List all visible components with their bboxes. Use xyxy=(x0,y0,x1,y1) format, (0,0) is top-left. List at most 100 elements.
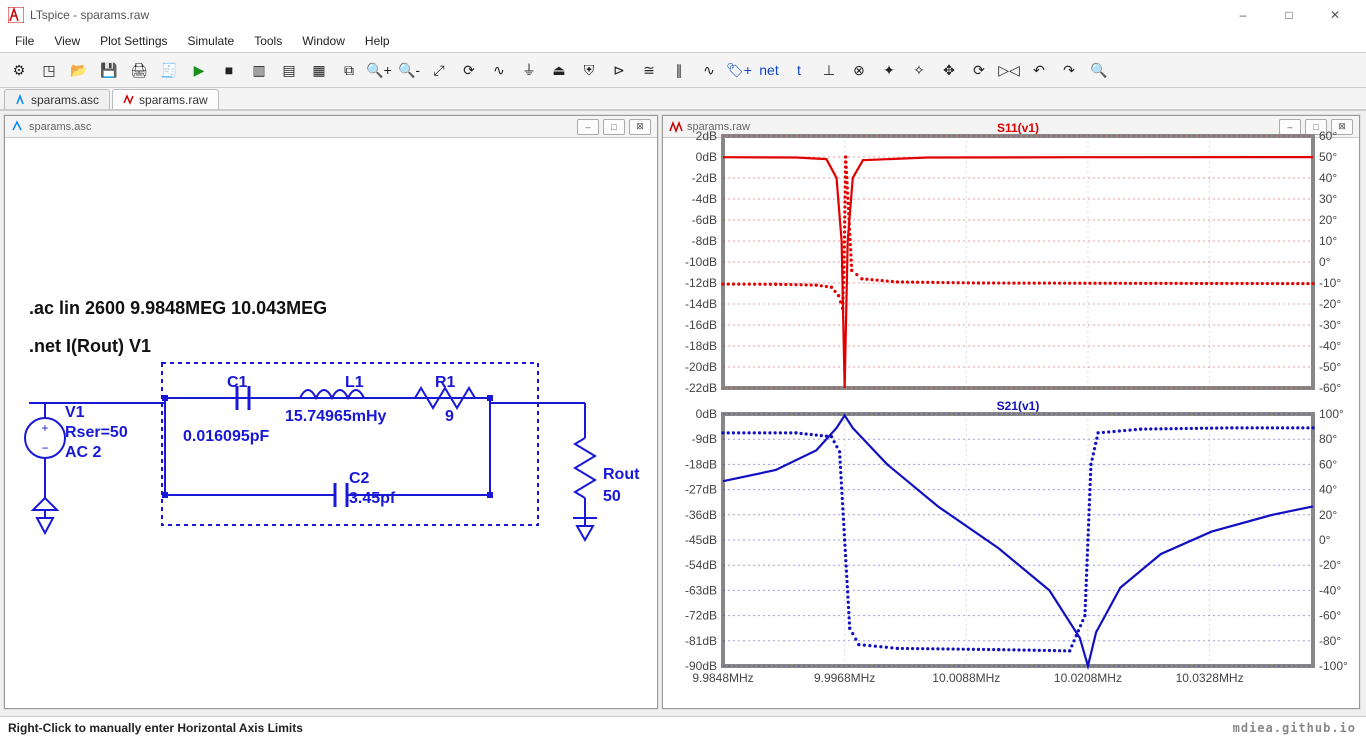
y-left-tick: -12dB xyxy=(685,276,717,290)
menu-help[interactable]: Help xyxy=(356,31,399,51)
waveform-canvas[interactable]: S11(v1)2dB0dB-2dB-4dB-6dB-8dB-10dB-12dB-… xyxy=(663,116,1359,708)
y-right-tick: 0° xyxy=(1319,533,1331,547)
y-left-tick: -20dB xyxy=(685,360,717,374)
menu-plot-settings[interactable]: Plot Settings xyxy=(91,31,176,51)
x-tick: 10.0088MHz xyxy=(932,671,1000,685)
c1-name-label: C1 xyxy=(227,374,247,392)
y-left-tick: -27dB xyxy=(685,483,717,497)
plot-title: S21(v1) xyxy=(997,399,1040,413)
shield-button[interactable]: ⛨ xyxy=(576,57,602,83)
redo-button[interactable]: ↷ xyxy=(1056,57,1082,83)
l1-value-label: 15.74965mHy xyxy=(285,408,386,426)
waveform-window: sparams.raw – □ ⊠ S11(v1)2dB0dB-2dB-4dB-… xyxy=(662,115,1360,709)
move-button[interactable]: ✥ xyxy=(936,57,962,83)
text-button[interactable]: t xyxy=(786,57,812,83)
add-net-button[interactable]: 🏷+ xyxy=(726,57,752,83)
y-right-tick: -20° xyxy=(1319,558,1341,572)
window-tile-button[interactable]: ▥ xyxy=(246,57,272,83)
new-symbol-button[interactable]: ◳ xyxy=(36,57,62,83)
save-button[interactable]: 💾 xyxy=(96,57,122,83)
settings-button[interactable]: ⚙ xyxy=(6,57,32,83)
zoom-fit-button[interactable]: ⤢ xyxy=(426,57,452,83)
ground-wire-button[interactable]: ⏚ xyxy=(516,57,542,83)
sine-button[interactable]: ∿ xyxy=(486,57,512,83)
pin-close-button[interactable]: ⊗ xyxy=(846,57,872,83)
child-close-button[interactable]: ⊠ xyxy=(629,119,651,135)
capacitor-button[interactable]: ∥ xyxy=(666,57,692,83)
copy-button[interactable]: ⧉ xyxy=(336,57,362,83)
diode-button[interactable]: ⊳ xyxy=(606,57,632,83)
plot-title: S11(v1) xyxy=(997,121,1039,135)
y-right-tick: 60° xyxy=(1319,129,1337,143)
inductor-button[interactable]: ∿ xyxy=(696,57,722,83)
y-left-tick: -18dB xyxy=(685,339,717,353)
mirror-button[interactable]: ▷◁ xyxy=(996,57,1022,83)
open-button[interactable]: 📂 xyxy=(66,57,92,83)
y-right-tick: -60° xyxy=(1319,609,1341,623)
doctab-sparams-raw[interactable]: sparams.raw xyxy=(112,89,219,109)
menu-window[interactable]: Window xyxy=(293,31,354,51)
rotate-button[interactable]: ⟳ xyxy=(966,57,992,83)
y-left-tick: -9dB xyxy=(692,432,717,446)
pin-low-button[interactable]: ⊥ xyxy=(816,57,842,83)
menu-file[interactable]: File xyxy=(6,31,43,51)
y-right-tick: -40° xyxy=(1319,583,1341,597)
y-left-tick: -18dB xyxy=(685,457,717,471)
document-tabs: sparams.asc sparams.raw xyxy=(0,88,1366,110)
print-button[interactable]: 🖨 xyxy=(126,57,152,83)
resistor-button[interactable]: ≅ xyxy=(636,57,662,83)
y-right-tick: -20° xyxy=(1319,297,1341,311)
search-button[interactable]: 🔍 xyxy=(1086,57,1112,83)
run-button[interactable]: ▶ xyxy=(186,57,212,83)
autorange-button[interactable]: ⟳ xyxy=(456,57,482,83)
x-tick: 9.9848MHz xyxy=(692,671,753,685)
minimize-button[interactable]: – xyxy=(1220,0,1266,30)
doctab-sparams-asc[interactable]: sparams.asc xyxy=(4,89,110,109)
y-right-tick: -50° xyxy=(1319,360,1341,374)
y-right-tick: -30° xyxy=(1319,318,1341,332)
menu-tools[interactable]: Tools xyxy=(245,31,291,51)
child-min-button[interactable]: – xyxy=(577,119,599,135)
log-button[interactable]: 🧾 xyxy=(156,57,182,83)
zoom-in-button[interactable]: 🔍+ xyxy=(366,57,392,83)
maximize-button[interactable]: □ xyxy=(1266,0,1312,30)
marker-left-button[interactable]: ✦ xyxy=(876,57,902,83)
zoom-out-button[interactable]: 🔍- xyxy=(396,57,422,83)
r1-name-label: R1 xyxy=(435,374,455,392)
net-button[interactable]: net xyxy=(756,57,782,83)
y-right-tick: 10° xyxy=(1319,234,1337,248)
mdi-area: sparams.asc – □ ⊠ .ac lin 2600 9.9848MEG… xyxy=(0,110,1366,716)
y-left-tick: 0dB xyxy=(696,150,717,164)
close-button[interactable]: ✕ xyxy=(1312,0,1358,30)
undo-button[interactable]: ↶ xyxy=(1026,57,1052,83)
y-left-tick: 0dB xyxy=(696,407,717,421)
ground-button[interactable]: ⏏ xyxy=(546,57,572,83)
x-tick: 10.0208MHz xyxy=(1054,671,1122,685)
menu-simulate[interactable]: Simulate xyxy=(179,31,244,51)
menu-view[interactable]: View xyxy=(45,31,89,51)
y-left-tick: -72dB xyxy=(685,609,717,623)
child-max-button[interactable]: □ xyxy=(603,119,625,135)
doctab-label: sparams.raw xyxy=(139,93,208,107)
y-left-tick: -45dB xyxy=(685,533,717,547)
y-left-tick: -2dB xyxy=(692,171,717,185)
marker-right-button[interactable]: ✧ xyxy=(906,57,932,83)
window-title: LTspice - sparams.raw xyxy=(30,8,1220,22)
halt-button[interactable]: ■ xyxy=(216,57,242,83)
y-right-tick: 20° xyxy=(1319,508,1337,522)
y-right-tick: 80° xyxy=(1319,432,1337,446)
y-left-tick: 2dB xyxy=(696,129,717,143)
y-right-tick: -40° xyxy=(1319,339,1341,353)
l1-name-label: L1 xyxy=(345,374,364,392)
v1-rser-label: Rser=50 xyxy=(65,424,128,442)
y-right-tick: 40° xyxy=(1319,171,1337,185)
windows-v-button[interactable]: ▦ xyxy=(306,57,332,83)
y-left-tick: -81dB xyxy=(685,634,717,648)
rout-value-label: 50 xyxy=(603,488,621,506)
y-right-tick: 20° xyxy=(1319,213,1337,227)
y-left-tick: -6dB xyxy=(692,213,717,227)
windows-h-button[interactable]: ▤ xyxy=(276,57,302,83)
status-text: Right-Click to manually enter Horizontal… xyxy=(8,721,303,735)
schematic-canvas[interactable]: .ac lin 2600 9.9848MEG 10.043MEG .net I(… xyxy=(5,138,657,708)
c2-value-label: 3.45pf xyxy=(349,490,395,508)
